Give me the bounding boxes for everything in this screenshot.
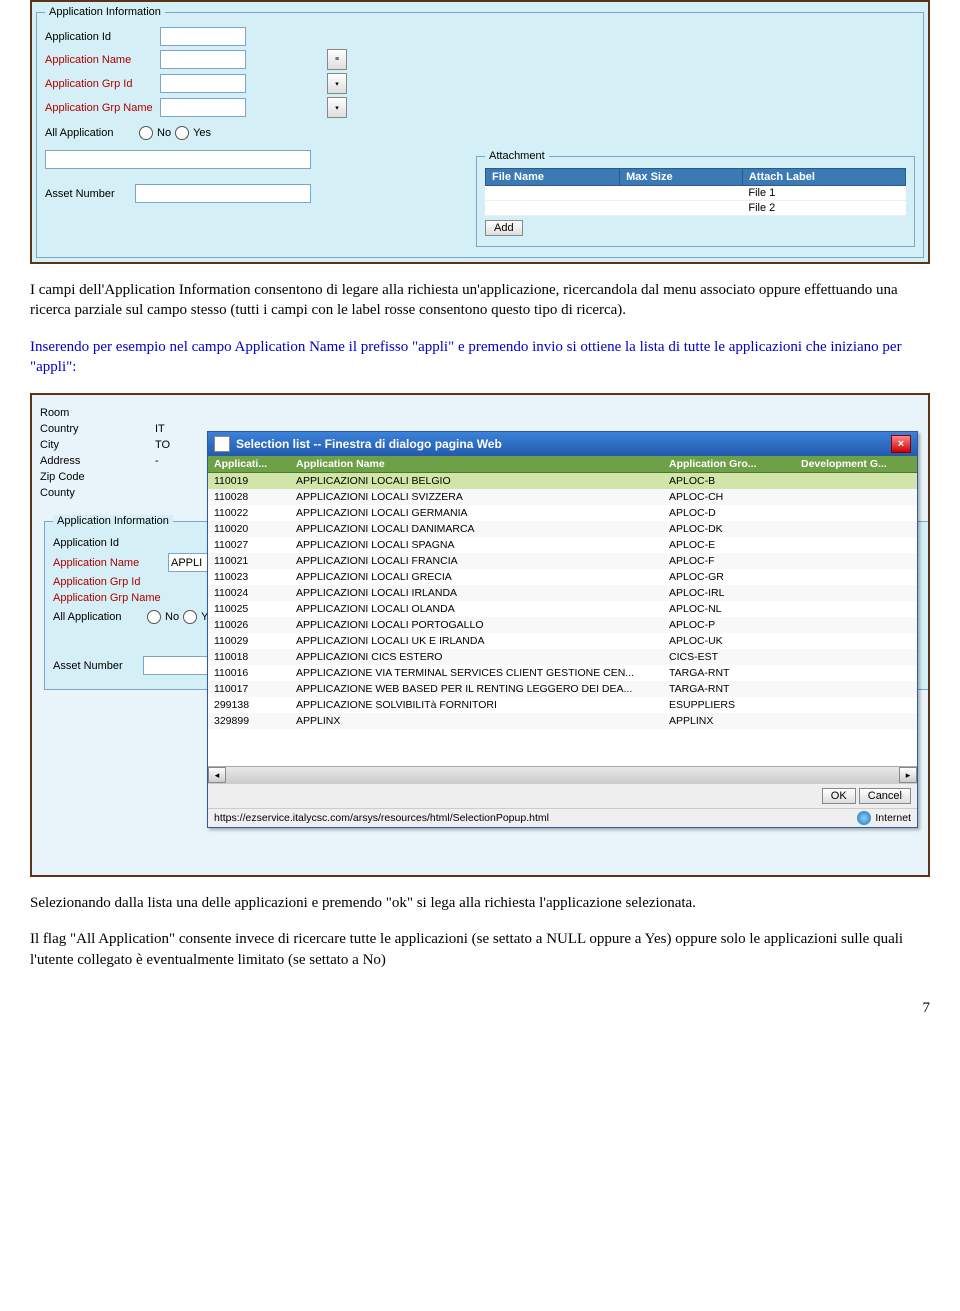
app-grp-name-dropdown-button[interactable]: ▾ <box>327 97 347 118</box>
app-name-menu-button[interactable]: ≡ <box>327 49 347 70</box>
dialog-title: Selection list -- Finestra di dialogo pa… <box>236 437 502 451</box>
table-row[interactable]: 110025APPLICAZIONI LOCALI OLANDAAPLOC-NL <box>208 601 917 617</box>
attachment-legend: Attachment <box>485 150 549 162</box>
radio-no-2: No <box>165 611 179 623</box>
all-app-no-radio-2[interactable] <box>147 610 161 624</box>
table-row[interactable]: 110028APPLICAZIONI LOCALI SVIZZERAAPLOC-… <box>208 489 917 505</box>
internet-zone-icon <box>857 811 871 825</box>
col-application-id[interactable]: Applicati... <box>208 456 290 473</box>
table-row[interactable]: 110018APPLICAZIONI CICS ESTEROCICS-EST <box>208 649 917 665</box>
table-row[interactable]: 110026APPLICAZIONI LOCALI PORTOGALLOAPLO… <box>208 617 917 633</box>
radio-no-label: No <box>157 127 171 139</box>
all-app-label-2: All Application <box>53 611 143 623</box>
app-id-label: Application Id <box>45 31 160 43</box>
attach-col-size[interactable]: Max Size <box>620 169 743 186</box>
table-row[interactable]: File 2 <box>486 201 906 216</box>
table-row[interactable]: 299138APPLICAZIONE SOLVIBILITà FORNITORI… <box>208 697 917 713</box>
dialog-titlebar[interactable]: Selection list -- Finestra di dialogo pa… <box>208 432 917 456</box>
app-grp-name-label-2: Application Grp Name <box>53 592 168 604</box>
free-input[interactable] <box>45 150 311 169</box>
dialog-icon <box>214 436 230 452</box>
app-grp-id-input[interactable] <box>160 74 246 93</box>
table-row[interactable]: 110019APPLICAZIONI LOCALI BELGIOAPLOC-B <box>208 473 917 490</box>
table-row[interactable]: 110021APPLICAZIONI LOCALI FRANCIAAPLOC-F <box>208 553 917 569</box>
app-name-input[interactable] <box>160 50 246 69</box>
add-button[interactable]: Add <box>485 220 523 236</box>
table-row[interactable]: 110016APPLICAZIONE VIA TERMINAL SERVICES… <box>208 665 917 681</box>
application-info-fieldset: Application Information Application Id A… <box>36 6 924 258</box>
close-icon[interactable]: × <box>891 435 911 453</box>
cancel-button[interactable]: Cancel <box>859 788 911 804</box>
table-row[interactable]: File 1 <box>486 186 906 201</box>
all-app-yes-radio[interactable] <box>175 126 189 140</box>
page-number: 7 <box>30 1000 930 1017</box>
application-info-legend: Application Information <box>45 6 165 18</box>
body-paragraph-1: I campi dell'Application Information con… <box>30 280 930 321</box>
asset-number-label-2: Asset Number <box>53 660 143 672</box>
scroll-right-icon[interactable]: ▸ <box>899 767 917 783</box>
asset-number-label: Asset Number <box>45 188 135 200</box>
county-label: County <box>40 487 155 499</box>
status-zone: Internet <box>875 812 911 824</box>
zip-label: Zip Code <box>40 471 155 483</box>
table-row[interactable]: 329899APPLINXAPPLINX <box>208 713 917 729</box>
selection-list-screenshot: Room CountryIT CityTO Address- Zip Code … <box>30 393 930 877</box>
table-row[interactable]: 110024APPLICAZIONI LOCALI IRLANDAAPLOC-I… <box>208 585 917 601</box>
country-value: IT <box>155 423 165 435</box>
address-label: Address <box>40 455 155 467</box>
table-row[interactable]: 110023APPLICAZIONI LOCALI GRECIAAPLOC-GR <box>208 569 917 585</box>
body-paragraph-2: Inserendo per esempio nel campo Applicat… <box>30 337 930 378</box>
app-id-label-2: Application Id <box>53 537 168 549</box>
all-application-label: All Application <box>45 127 135 139</box>
selection-list-dialog: Selection list -- Finestra di dialogo pa… <box>207 431 918 828</box>
app-grp-id-label: Application Grp Id <box>45 78 160 90</box>
city-label: City <box>40 439 155 451</box>
app-info-legend-2: Application Information <box>53 515 173 527</box>
attach-col-label[interactable]: Attach Label <box>742 169 905 186</box>
all-app-no-radio[interactable] <box>139 126 153 140</box>
col-development-group[interactable]: Development G... <box>795 456 917 473</box>
radio-yes-label: Yes <box>193 127 211 139</box>
table-row[interactable]: 110027APPLICAZIONI LOCALI SPAGNAAPLOC-E <box>208 537 917 553</box>
attachment-fieldset: Attachment File Name Max Size Attach Lab… <box>476 150 915 247</box>
app-grp-id-dropdown-button[interactable]: ▾ <box>327 73 347 94</box>
app-grp-id-label-2: Application Grp Id <box>53 576 168 588</box>
room-label: Room <box>40 407 155 419</box>
table-row[interactable]: 110022APPLICAZIONI LOCALI GERMANIAAPLOC-… <box>208 505 917 521</box>
application-info-screenshot: Application Information Application Id A… <box>30 0 930 264</box>
body-paragraph-3: Selezionando dalla lista una delle appli… <box>30 893 930 913</box>
app-grp-name-input[interactable] <box>160 98 246 117</box>
table-row[interactable]: 110029APPLICAZIONI LOCALI UK E IRLANDAAP… <box>208 633 917 649</box>
dialog-scrollarea[interactable]: Applicati... Application Name Applicatio… <box>208 456 917 766</box>
attach-col-file[interactable]: File Name <box>486 169 620 186</box>
app-grp-name-label: Application Grp Name <box>45 102 160 114</box>
dialog-statusbar: https://ezservice.italycsc.com/arsys/res… <box>208 808 917 827</box>
col-application-group[interactable]: Application Gro... <box>663 456 795 473</box>
horizontal-scrollbar[interactable]: ◂ ▸ <box>208 766 917 783</box>
asset-number-input[interactable] <box>135 184 311 203</box>
app-name-label-2: Application Name <box>53 557 168 569</box>
address-value: - <box>155 455 159 467</box>
body-paragraph-4: Il flag "All Application" consente invec… <box>30 929 930 970</box>
app-id-input[interactable] <box>160 27 246 46</box>
scroll-left-icon[interactable]: ◂ <box>208 767 226 783</box>
table-row[interactable]: 110020APPLICAZIONI LOCALI DANIMARCAAPLOC… <box>208 521 917 537</box>
selection-list-table: Applicati... Application Name Applicatio… <box>208 456 917 729</box>
country-label: Country <box>40 423 155 435</box>
city-value: TO <box>155 439 170 451</box>
status-url: https://ezservice.italycsc.com/arsys/res… <box>214 812 549 824</box>
attachment-table: File Name Max Size Attach Label File 1 F… <box>485 168 906 216</box>
ok-button[interactable]: OK <box>822 788 856 804</box>
col-application-name[interactable]: Application Name <box>290 456 663 473</box>
all-app-yes-radio-2[interactable] <box>183 610 197 624</box>
app-name-label: Application Name <box>45 54 160 66</box>
table-row[interactable]: 110017APPLICAZIONE WEB BASED PER IL RENT… <box>208 681 917 697</box>
